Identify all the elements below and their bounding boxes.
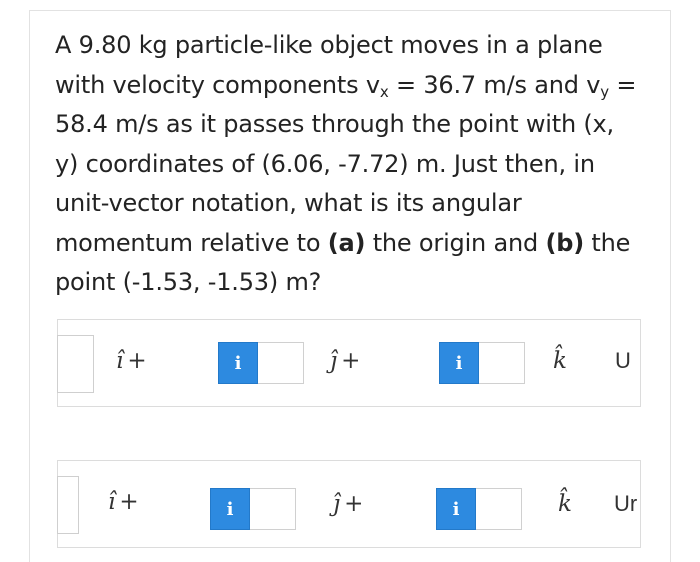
k-component-input-a[interactable]	[479, 342, 525, 384]
k-hat-label: k̂	[558, 491, 572, 517]
i-component-input-b[interactable]	[57, 476, 79, 534]
question-text: A 9.80 kg particle-like object moves in …	[55, 26, 665, 303]
j-hat-label: ĵ +	[333, 491, 363, 517]
info-icon-button[interactable]: i	[210, 488, 250, 530]
plus-sign: +	[344, 491, 364, 517]
question-text-segment: = 36.7 m/s and v	[388, 70, 601, 99]
question-text-segment: momentum relative to	[55, 228, 328, 257]
i-hat-label: î +	[116, 348, 147, 374]
question-line-1: A 9.80 kg particle-like object moves in …	[55, 31, 603, 59]
question-line-3: 58.4 m/s as it passes through the point …	[55, 110, 614, 138]
question-text-segment: =	[608, 70, 637, 99]
question-line-5: unit-vector notation, what is its angula…	[55, 189, 522, 217]
question-line-6: momentum relative to (a) the origin and …	[55, 224, 665, 264]
k-hat-label: k̂	[553, 348, 567, 374]
question-text-segment: the origin and	[365, 228, 546, 257]
j-hat-symbol: ĵ	[333, 491, 341, 517]
info-icon-button[interactable]: i	[439, 342, 479, 384]
j-component-input-a[interactable]	[258, 342, 304, 384]
i-component-input-a[interactable]	[57, 335, 94, 393]
question-line-7: point (-1.53, -1.53) m?	[55, 268, 322, 296]
plus-sign: +	[341, 348, 361, 374]
units-dropdown-b[interactable]: Ur	[614, 491, 637, 517]
question-line-2: with velocity components vx = 36.7 m/s a…	[55, 66, 665, 106]
question-text-segment: with velocity components v	[55, 70, 380, 99]
info-icon-button[interactable]: i	[436, 488, 476, 530]
k-component-input-b[interactable]	[476, 488, 522, 530]
plus-sign: +	[119, 489, 139, 515]
part-a-label: (a)	[327, 228, 366, 257]
i-hat-symbol: î	[108, 489, 116, 515]
j-hat-symbol: ĵ	[330, 348, 338, 374]
plus-sign: +	[127, 348, 147, 374]
i-hat-symbol: î	[116, 348, 124, 374]
answer-row-b: î + i ĵ + i k̂ Ur	[57, 460, 641, 548]
j-component-input-b[interactable]	[250, 488, 296, 530]
i-hat-label: î +	[108, 489, 139, 515]
units-dropdown-a[interactable]: U	[615, 348, 631, 374]
j-hat-label: ĵ +	[330, 348, 360, 374]
question-line-4: y) coordinates of (6.06, -7.72) m. Just …	[55, 149, 595, 178]
part-b-label: (b)	[545, 228, 584, 257]
question-text-segment: the	[584, 228, 631, 257]
vy-subscript: y	[600, 82, 609, 101]
vx-subscript: x	[379, 82, 389, 101]
info-icon-button[interactable]: i	[218, 342, 258, 384]
answer-row-a: î + i ĵ + i k̂ U	[57, 319, 641, 407]
